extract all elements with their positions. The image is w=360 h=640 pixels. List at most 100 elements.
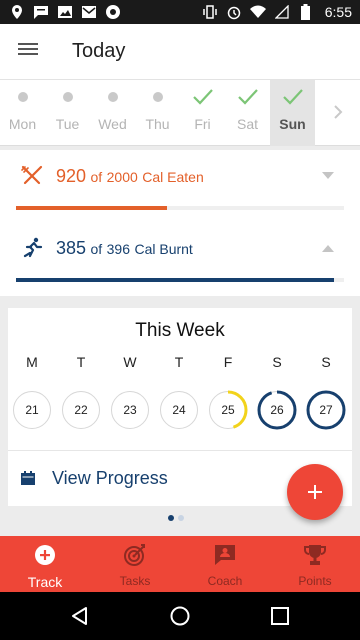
weekday-letter: T bbox=[76, 354, 86, 370]
system-status-icons: 6:55 bbox=[201, 3, 352, 20]
checkmark-icon bbox=[192, 89, 213, 105]
calendar-icon bbox=[21, 471, 35, 485]
eaten-goal: 2000 bbox=[106, 169, 138, 185]
plus-icon-stroke bbox=[314, 485, 316, 499]
status-dot-icon bbox=[62, 92, 73, 102]
nav-label: Track bbox=[27, 574, 63, 590]
chevron-right-icon[interactable] bbox=[330, 104, 346, 120]
day-number: 25 bbox=[221, 403, 235, 417]
eaten-progress-bar bbox=[16, 206, 344, 210]
status-dot-icon bbox=[152, 92, 163, 102]
nav-track[interactable]: Track bbox=[0, 536, 90, 592]
day-circle-26[interactable]: 26 bbox=[257, 390, 297, 430]
alarm-icon bbox=[225, 3, 243, 20]
day-circle-22[interactable]: 22 bbox=[61, 390, 101, 430]
day-number: 26 bbox=[270, 403, 284, 417]
eaten-value: 920 bbox=[56, 166, 87, 186]
calories-burnt-text: 385 of 396 Cal Burnt bbox=[56, 238, 193, 259]
nav-label: Points bbox=[298, 574, 332, 588]
weekday-letter: S bbox=[272, 354, 282, 370]
app-icon bbox=[104, 3, 122, 20]
day-label: Mon bbox=[8, 116, 37, 132]
day-number: 24 bbox=[172, 403, 186, 417]
day-number: 23 bbox=[123, 403, 137, 417]
calories-burnt-row[interactable]: 385 of 396 Cal Burnt bbox=[0, 222, 360, 280]
wifi-icon bbox=[249, 3, 267, 20]
eaten-progress-fill bbox=[16, 206, 167, 210]
day-sun[interactable]: Sun bbox=[270, 80, 315, 146]
caret-down-icon[interactable] bbox=[322, 172, 334, 180]
weekday-letter: M bbox=[26, 354, 38, 370]
day-circle-21[interactable]: 21 bbox=[12, 390, 52, 430]
eaten-label: Cal Eaten bbox=[142, 169, 204, 185]
page-indicator bbox=[168, 515, 184, 521]
nav-tasks[interactable]: Tasks bbox=[90, 536, 180, 592]
image-icon bbox=[56, 3, 74, 20]
status-dot-icon bbox=[107, 92, 118, 102]
chat-person-icon bbox=[215, 545, 235, 565]
calories-card: 920 of 2000 Cal Eaten 385 of 396 Cal Bur… bbox=[0, 150, 360, 296]
day-number: 21 bbox=[25, 403, 39, 417]
day-circle-23[interactable]: 23 bbox=[110, 390, 150, 430]
burnt-goal: 396 bbox=[106, 241, 130, 257]
day-circle-24[interactable]: 24 bbox=[159, 390, 199, 430]
mail-icon bbox=[80, 3, 98, 20]
running-person-icon bbox=[23, 237, 43, 258]
burnt-of: of bbox=[90, 241, 103, 257]
day-fri[interactable]: Fri bbox=[180, 80, 225, 146]
target-icon bbox=[124, 544, 145, 566]
page-dot-active bbox=[168, 515, 174, 521]
day-thu[interactable]: Thu bbox=[135, 80, 180, 146]
day-circle-25[interactable]: 25 bbox=[208, 390, 248, 430]
system-navigation-bar bbox=[0, 592, 360, 640]
home-icon[interactable] bbox=[169, 605, 191, 627]
day-mon[interactable]: Mon bbox=[0, 80, 45, 146]
status-dot-icon bbox=[17, 92, 28, 102]
day-wed[interactable]: Wed bbox=[90, 80, 135, 146]
nav-coach[interactable]: Coach bbox=[180, 536, 270, 592]
day-number: 27 bbox=[319, 403, 333, 417]
status-bar: 6:55 bbox=[0, 0, 360, 24]
hamburger-menu-icon[interactable] bbox=[16, 40, 40, 64]
add-fab-button[interactable] bbox=[287, 464, 343, 520]
page-dot bbox=[178, 515, 184, 521]
caret-up-icon[interactable] bbox=[322, 244, 334, 252]
page-title: Today bbox=[72, 40, 126, 62]
trophy-icon bbox=[304, 545, 326, 565]
day-label: Wed bbox=[98, 116, 127, 132]
calories-eaten-row[interactable]: 920 of 2000 Cal Eaten bbox=[0, 150, 360, 208]
day-selector: Mon Tue Wed Thu Fri Sat Sun bbox=[0, 80, 360, 146]
day-tue[interactable]: Tue bbox=[45, 80, 90, 146]
chat-bubble-icon bbox=[32, 3, 50, 20]
app-bar: Today bbox=[0, 24, 360, 80]
day-label: Tue bbox=[55, 116, 80, 132]
nav-points[interactable]: Points bbox=[270, 536, 360, 592]
weekday-letter: S bbox=[321, 354, 331, 370]
eaten-of: of bbox=[90, 169, 103, 185]
weekday-letter: T bbox=[174, 354, 184, 370]
view-progress-link[interactable]: View Progress bbox=[52, 468, 168, 489]
week-title: This Week bbox=[135, 320, 225, 341]
weekday-letter: F bbox=[223, 354, 233, 370]
bottom-navigation: Track Tasks Coach Points bbox=[0, 536, 360, 592]
day-circle-27[interactable]: 27 bbox=[306, 390, 346, 430]
recents-icon[interactable] bbox=[269, 605, 291, 627]
day-label: Sun bbox=[279, 116, 306, 132]
battery-icon bbox=[297, 3, 315, 20]
signal-icon bbox=[273, 3, 291, 20]
day-sat[interactable]: Sat bbox=[225, 80, 270, 146]
nav-label: Coach bbox=[207, 574, 243, 588]
fork-knife-icon bbox=[21, 165, 43, 185]
day-number: 22 bbox=[74, 403, 88, 417]
day-label: Fri bbox=[194, 116, 211, 132]
location-pin-icon bbox=[8, 3, 26, 20]
checkmark-icon bbox=[237, 89, 258, 105]
weekday-letter: W bbox=[123, 354, 137, 370]
calories-eaten-text: 920 of 2000 Cal Eaten bbox=[56, 166, 204, 187]
day-label: Sat bbox=[236, 116, 258, 132]
back-icon[interactable] bbox=[69, 605, 91, 627]
checkmark-icon bbox=[282, 89, 303, 105]
notification-icons bbox=[8, 3, 122, 20]
day-label: Thu bbox=[145, 116, 170, 132]
clock-time: 6:55 bbox=[324, 3, 352, 20]
